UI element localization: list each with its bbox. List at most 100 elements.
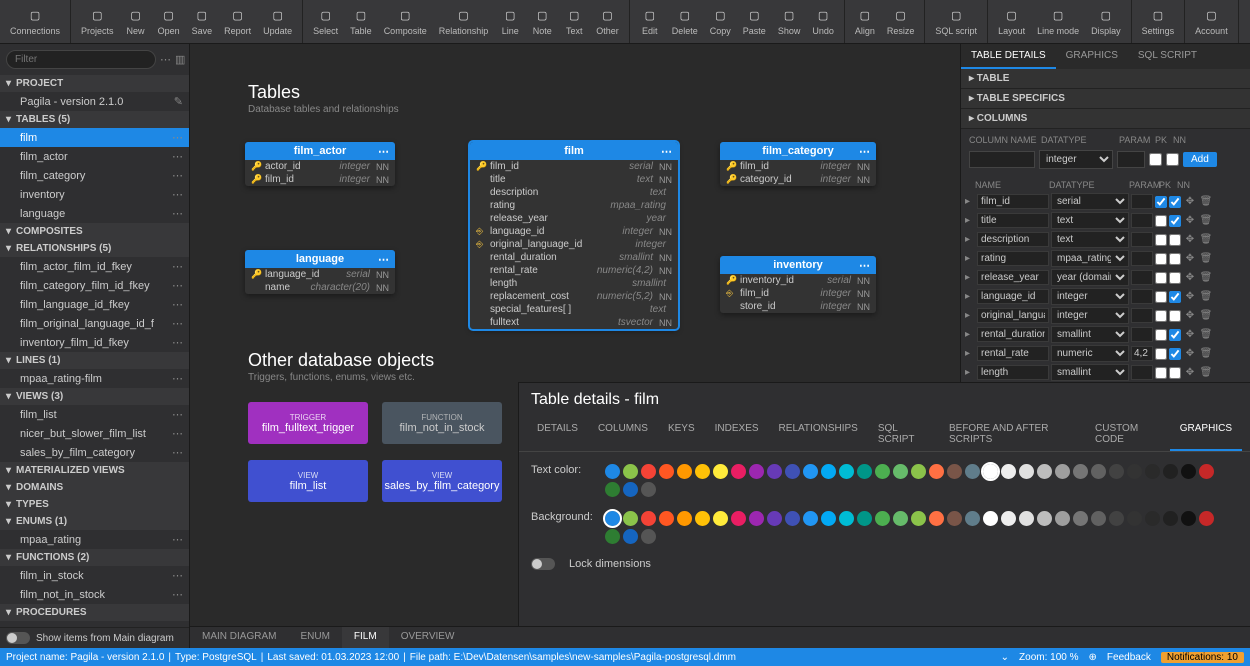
btab-custom-code[interactable]: CUSTOM CODE <box>1085 417 1170 451</box>
move-icon[interactable]: ✥ <box>1183 253 1197 264</box>
btab-keys[interactable]: KEYS <box>658 417 705 451</box>
col-name-input[interactable] <box>977 346 1049 361</box>
delete-icon[interactable]: 🗑 <box>1199 272 1213 283</box>
color-swatch[interactable] <box>659 511 674 526</box>
col-nn-check[interactable] <box>1169 215 1181 227</box>
table-column[interactable]: special_features[ ]text <box>470 303 678 316</box>
col-type-select[interactable]: integer <box>1051 307 1129 324</box>
object-film_list[interactable]: VIEWfilm_list <box>248 460 368 502</box>
item-more-icon[interactable]: ⋯ <box>172 207 183 220</box>
color-swatch[interactable] <box>983 511 998 526</box>
col-pk-check[interactable] <box>1155 234 1167 246</box>
move-icon[interactable]: ✥ <box>1183 348 1197 359</box>
col-pk-check[interactable] <box>1155 196 1167 208</box>
col-type-select[interactable]: integer <box>1051 288 1129 305</box>
section-materialized-views[interactable]: ▾MATERIALIZED VIEWS <box>0 462 189 479</box>
color-swatch[interactable] <box>839 464 854 479</box>
col-pk-check[interactable] <box>1155 272 1167 284</box>
report-button[interactable]: ▢Report <box>218 0 257 43</box>
col-nn-check[interactable] <box>1169 272 1181 284</box>
section-functions[interactable]: ▾FUNCTIONS (2) <box>0 549 189 566</box>
item-more-icon[interactable]: ⋯ <box>172 533 183 546</box>
move-icon[interactable]: ✥ <box>1183 196 1197 207</box>
move-icon[interactable]: ✥ <box>1183 291 1197 302</box>
col-name-input[interactable] <box>977 308 1049 323</box>
col-param-input[interactable] <box>1131 194 1153 209</box>
tree-item[interactable]: mpaa_rating-film⋯ <box>0 369 189 388</box>
table-column[interactable]: namecharacter(20)NN <box>245 281 395 294</box>
table-header[interactable]: language⋯ <box>245 250 395 268</box>
new-col-nn-check[interactable] <box>1166 153 1179 166</box>
color-swatch[interactable] <box>875 511 890 526</box>
col-nn-check[interactable] <box>1169 234 1181 246</box>
tree-item[interactable]: film_not_in_stock⋯ <box>0 585 189 604</box>
col-pk-check[interactable] <box>1155 367 1167 379</box>
color-swatch[interactable] <box>731 511 746 526</box>
color-swatch[interactable] <box>821 511 836 526</box>
move-icon[interactable]: ✥ <box>1183 272 1197 283</box>
col-name-input[interactable] <box>977 270 1049 285</box>
color-swatch[interactable] <box>893 511 908 526</box>
table-column[interactable]: titletextNN <box>470 173 678 186</box>
color-swatch[interactable] <box>911 464 926 479</box>
table-column[interactable]: ⎆original_language_idinteger <box>470 238 678 251</box>
color-swatch[interactable] <box>1073 464 1088 479</box>
color-swatch[interactable] <box>857 511 872 526</box>
account-button[interactable]: ▢Account <box>1189 0 1234 43</box>
col-param-input[interactable] <box>1131 270 1153 285</box>
color-swatch[interactable] <box>1127 464 1142 479</box>
object-sales_by_film_category[interactable]: VIEWsales_by_film_category <box>382 460 502 502</box>
rtab-graphics[interactable]: GRAPHICS <box>1056 44 1128 69</box>
table-column[interactable]: 🔑film_idintegerNN <box>720 160 876 173</box>
item-more-icon[interactable]: ⋯ <box>172 150 183 163</box>
rsection-columns[interactable]: ▸ COLUMNS <box>961 109 1250 129</box>
expand-icon[interactable]: ▸ <box>965 291 975 302</box>
tree-item[interactable]: mpaa_rating⋯ <box>0 530 189 549</box>
col-param-input[interactable] <box>1131 365 1153 380</box>
move-icon[interactable]: ✥ <box>1183 215 1197 226</box>
col-type-select[interactable]: smallint <box>1051 364 1129 381</box>
connections-button[interactable]: ▢Connections <box>4 0 66 43</box>
col-nn-check[interactable] <box>1169 291 1181 303</box>
tree-item[interactable]: inventory_film_id_fkey⋯ <box>0 333 189 352</box>
table-column[interactable]: 🔑film_idserialNN <box>470 160 678 173</box>
dtab-film[interactable]: FILM <box>342 627 389 648</box>
new-col-pk-check[interactable] <box>1149 153 1162 166</box>
table-language[interactable]: language⋯🔑language_idserialNNnamecharact… <box>245 250 395 294</box>
color-swatch[interactable] <box>623 511 638 526</box>
col-pk-check[interactable] <box>1155 253 1167 265</box>
expand-icon[interactable]: ▸ <box>965 215 975 226</box>
color-swatch[interactable] <box>1037 511 1052 526</box>
col-name-input[interactable] <box>977 289 1049 304</box>
sql-script-button[interactable]: ▢SQL script <box>929 0 983 43</box>
expand-icon[interactable]: ▸ <box>965 196 975 207</box>
table-menu-icon[interactable]: ⋯ <box>859 259 870 272</box>
tree-item[interactable]: film_list⋯ <box>0 405 189 424</box>
dtab-enum[interactable]: ENUM <box>288 627 341 648</box>
composite-button[interactable]: ▢Composite <box>378 0 433 43</box>
color-swatch[interactable] <box>623 482 638 497</box>
table-header[interactable]: film_category⋯ <box>720 142 876 160</box>
color-swatch[interactable] <box>1091 464 1106 479</box>
dtab-main-diagram[interactable]: MAIN DIAGRAM <box>190 627 288 648</box>
table-film_actor[interactable]: film_actor⋯🔑actor_idintegerNN🔑film_idint… <box>245 142 395 186</box>
col-name-input[interactable] <box>977 194 1049 209</box>
line-mode-button[interactable]: ▢Line mode <box>1031 0 1085 43</box>
item-more-icon[interactable]: ⋯ <box>172 427 183 440</box>
item-more-icon[interactable]: ✎ <box>174 95 183 108</box>
col-nn-check[interactable] <box>1169 310 1181 322</box>
undo-button[interactable]: ▢Undo <box>806 0 840 43</box>
section-procedures[interactable]: ▾PROCEDURES <box>0 604 189 621</box>
color-swatch[interactable] <box>767 511 782 526</box>
new-button[interactable]: ▢New <box>120 0 152 43</box>
section-composites[interactable]: ▾COMPOSITES <box>0 223 189 240</box>
delete-icon[interactable]: 🗑 <box>1199 291 1213 302</box>
col-type-select[interactable]: year (domain) <box>1051 269 1129 286</box>
btab-sql-script[interactable]: SQL SCRIPT <box>868 417 939 451</box>
col-type-select[interactable]: smallint <box>1051 326 1129 343</box>
expand-icon[interactable]: ▸ <box>965 329 975 340</box>
btab-indexes[interactable]: INDEXES <box>705 417 769 451</box>
other-button[interactable]: ▢Other <box>590 0 625 43</box>
table-menu-icon[interactable]: ⋯ <box>661 145 672 158</box>
new-col-param-input[interactable] <box>1117 151 1145 168</box>
